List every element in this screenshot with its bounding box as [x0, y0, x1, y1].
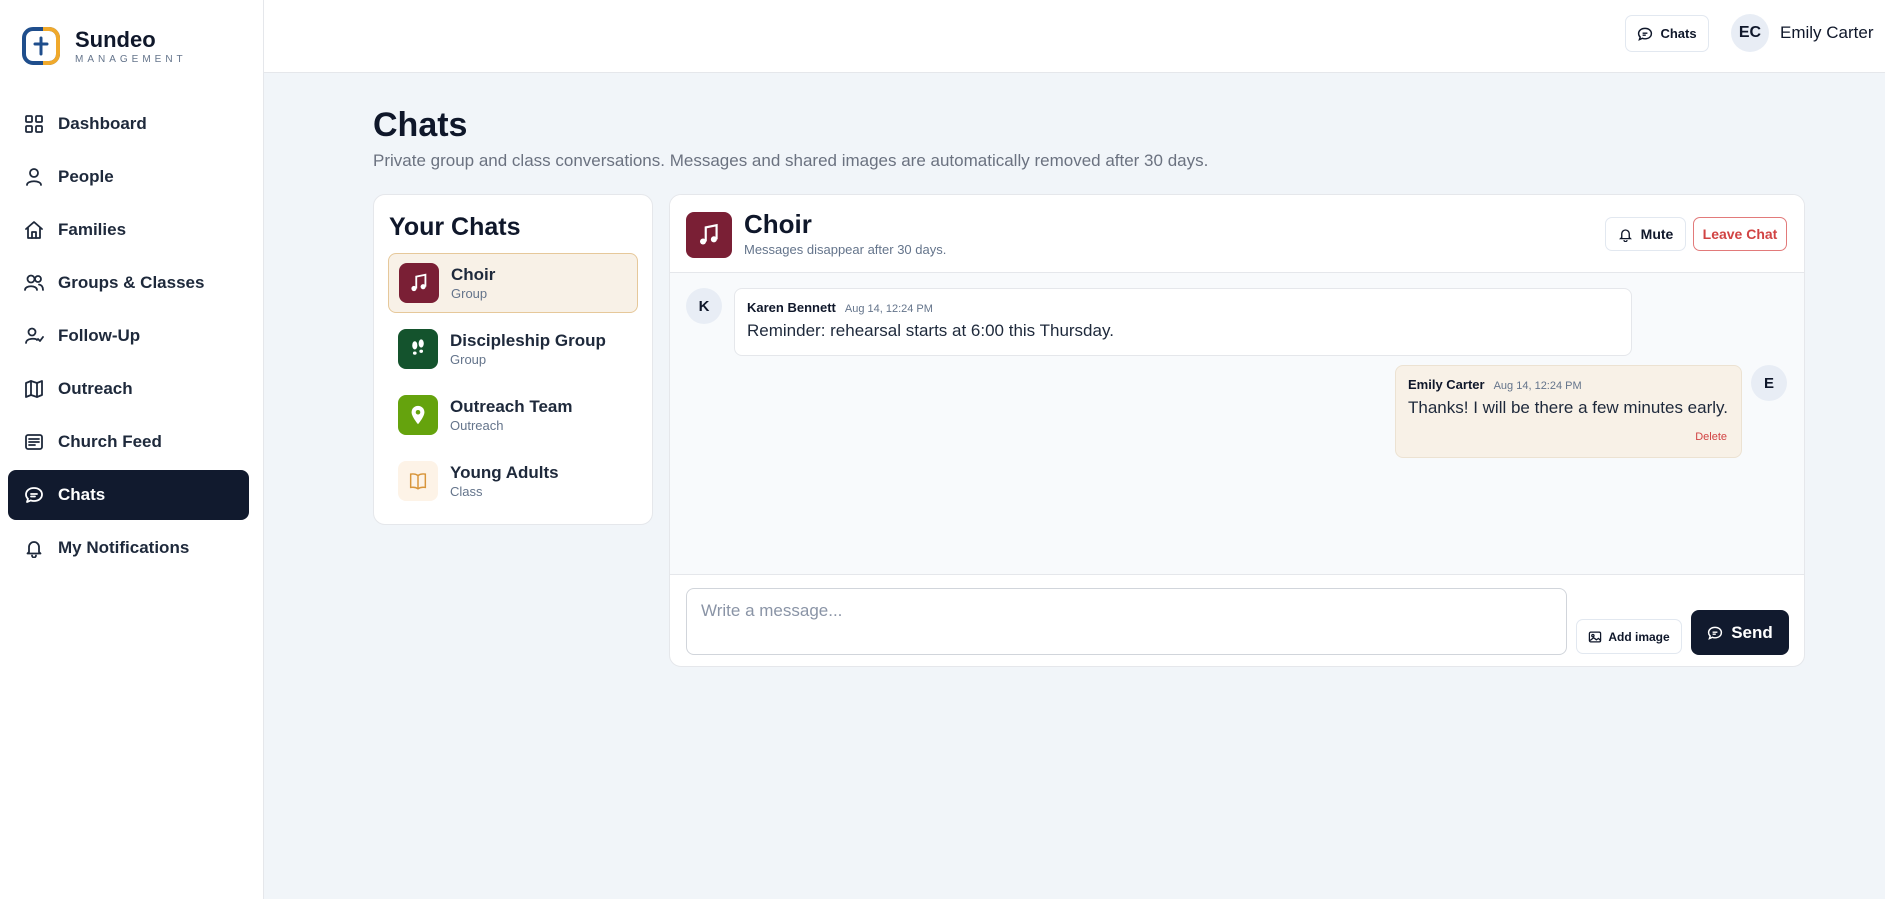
users-icon [24, 274, 44, 291]
brand[interactable]: Sundeo MANAGEMENT [21, 26, 187, 66]
page-subtitle: Private group and class conversations. M… [373, 151, 1209, 170]
chat-name: Choir [451, 264, 496, 284]
chat-list-panel: Your Chats Choir Group Discipleship Grou… [373, 194, 653, 525]
user-name: Emily Carter [1780, 23, 1874, 42]
send-button[interactable]: Send [1691, 610, 1789, 655]
avatar: E [1751, 365, 1787, 401]
message-input[interactable] [686, 588, 1567, 655]
message-text: Thanks! I will be there a few minutes ea… [1408, 398, 1728, 417]
sidebar: Sundeo MANAGEMENT Dashboard People Famil… [0, 0, 264, 899]
chat-item-young-adults[interactable]: Young Adults Class [388, 451, 638, 511]
chat-name: Discipleship Group [450, 330, 606, 350]
sidebar-item-label: Outreach [58, 379, 133, 398]
image-icon [1589, 630, 1602, 643]
chat-name: Young Adults [450, 462, 559, 482]
sidebar-item-label: My Notifications [58, 538, 190, 557]
add-image-button[interactable]: Add image [1576, 619, 1682, 654]
mute-label: Mute [1640, 226, 1674, 242]
sidebar-item-notifications[interactable]: My Notifications [8, 523, 249, 573]
chat-item-outreach-team[interactable]: Outreach Team Outreach [388, 385, 638, 445]
topbar-chats-label: Chats [1660, 26, 1697, 41]
sidebar-item-label: Follow-Up [58, 326, 141, 345]
sidebar-item-dashboard[interactable]: Dashboard [8, 99, 249, 149]
person-icon [26, 168, 42, 186]
conversation-subtitle: Messages disappear after 30 days. [744, 242, 947, 257]
sidebar-item-label: People [58, 167, 114, 186]
home-icon [25, 221, 43, 239]
avatar: EC [1731, 14, 1769, 52]
book-icon [398, 461, 438, 501]
sidebar-item-label: Groups & Classes [58, 273, 205, 292]
sidebar-item-church-feed[interactable]: Church Feed [8, 417, 249, 467]
message-author: Emily Carter [1408, 377, 1485, 392]
conversation-title: Choir [744, 209, 812, 239]
sidebar-item-label: Chats [58, 485, 106, 504]
footprints-icon [398, 329, 438, 369]
feed-icon [25, 434, 43, 450]
conversation-panel: Choir Messages disappear after 30 days. … [669, 194, 1805, 667]
chat-type: Group [450, 351, 487, 367]
map-pin-icon [398, 395, 438, 435]
topbar-chats-button[interactable]: Chats [1625, 15, 1709, 52]
bell-icon [26, 541, 42, 558]
brand-name: Sundeo [75, 26, 156, 52]
sidebar-item-follow-up[interactable]: Follow-Up [8, 311, 249, 361]
chat-item-choir[interactable]: Choir Group [388, 253, 638, 313]
brand-subtitle: MANAGEMENT [75, 53, 187, 65]
delete-message-button[interactable]: Delete [1695, 431, 1727, 443]
message-bubble-own: Emily Carter Aug 14, 12:24 PM Thanks! I … [1395, 365, 1742, 458]
leave-chat-button[interactable]: Leave Chat [1693, 217, 1787, 251]
sidebar-item-groups-classes[interactable]: Groups & Classes [8, 258, 249, 308]
user-follow-icon [25, 327, 44, 344]
sidebar-item-families[interactable]: Families [8, 205, 249, 255]
sidebar-item-people[interactable]: People [8, 152, 249, 202]
sidebar-item-outreach[interactable]: Outreach [8, 364, 249, 414]
chat-type: Outreach [450, 417, 504, 433]
add-image-label: Add image [1608, 629, 1670, 644]
avatar: K [686, 288, 722, 324]
grid-icon [25, 115, 43, 133]
sidebar-item-label: Church Feed [58, 432, 162, 451]
page-title: Chats [373, 106, 468, 144]
bell-icon [1618, 228, 1632, 242]
chat-type: Group [451, 285, 488, 301]
message-bubble: Karen Bennett Aug 14, 12:24 PM Reminder:… [734, 288, 1632, 356]
sidebar-item-chats[interactable]: Chats [8, 470, 249, 520]
music-note-icon [399, 263, 439, 303]
logo-icon [22, 27, 60, 65]
chat-icon [1708, 626, 1723, 640]
chat-icon [25, 487, 43, 503]
user-menu[interactable]: EC Emily Carter [1731, 14, 1874, 52]
chat-icon [1638, 27, 1653, 41]
message-text: Reminder: rehearsal starts at 6:00 this … [747, 321, 1114, 340]
chat-list-title: Your Chats [389, 213, 521, 241]
conversation-header: Choir Messages disappear after 30 days. … [670, 195, 1804, 273]
sidebar-item-label: Families [58, 220, 127, 239]
sidebar-nav: Dashboard People Families Groups & Class… [8, 99, 249, 576]
chat-type: Class [450, 483, 483, 499]
send-label: Send [1731, 622, 1773, 642]
sidebar-item-label: Dashboard [58, 114, 147, 133]
message-time: Aug 14, 12:24 PM [1493, 380, 1582, 392]
topbar: Chats EC Emily Carter [264, 0, 1885, 73]
message-time: Aug 14, 12:24 PM [844, 303, 933, 315]
chat-name: Outreach Team [450, 396, 573, 416]
chat-item-discipleship-group[interactable]: Discipleship Group Group [388, 319, 638, 379]
mute-button[interactable]: Mute [1605, 217, 1686, 251]
message-author: Karen Bennett [747, 300, 836, 315]
music-note-icon [686, 212, 732, 258]
message-list: K Karen Bennett Aug 14, 12:24 PM Reminde… [670, 273, 1804, 575]
map-icon [25, 380, 43, 398]
